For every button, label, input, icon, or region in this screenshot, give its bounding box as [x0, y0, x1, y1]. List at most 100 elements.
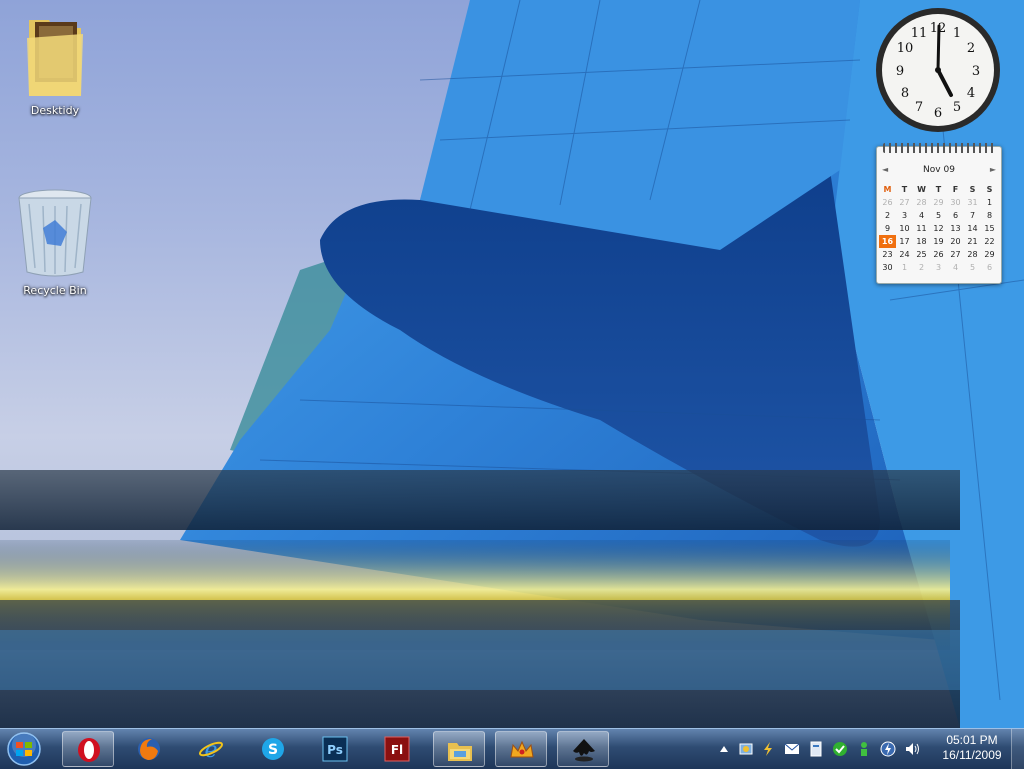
taskbar-date: 16/11/2009: [942, 748, 1002, 762]
calendar-day[interactable]: 28: [913, 196, 930, 209]
crown-app-icon: [510, 740, 534, 758]
calendar-day[interactable]: 28: [964, 248, 981, 261]
clock-numeral-11: 11: [911, 26, 928, 41]
calendar-day[interactable]: 29: [981, 248, 998, 261]
weekday-label: W: [917, 185, 926, 194]
calendar-day[interactable]: 31: [964, 196, 981, 209]
recycle-bin-label: Recycle Bin: [23, 284, 87, 297]
calendar-prev-month-button[interactable]: ◄: [882, 165, 888, 174]
calendar-day[interactable]: 1: [981, 196, 998, 209]
show-hidden-icons-arrow-icon[interactable]: [716, 741, 732, 757]
calendar-day[interactable]: 8: [981, 209, 998, 222]
calendar-day[interactable]: 7: [964, 209, 981, 222]
clock-numeral-10: 10: [897, 41, 914, 56]
weekday-label: S: [986, 185, 993, 194]
clock-numeral-2: 2: [967, 41, 975, 56]
clock-minute-hand: [936, 24, 941, 72]
clock-numeral-3: 3: [972, 64, 980, 79]
calendar-day[interactable]: 5: [964, 261, 981, 274]
taskbar-internet-explorer-button[interactable]: e: [185, 731, 237, 767]
calendar-day[interactable]: 23: [879, 248, 896, 261]
calendar-day[interactable]: 15: [981, 222, 998, 235]
calendar-binding: [883, 143, 995, 153]
calendar-day-today[interactable]: 16: [879, 235, 896, 248]
calendar-day[interactable]: 26: [930, 248, 947, 261]
taskbar-photoshop-button[interactable]: Ps: [309, 731, 361, 767]
taskbar-clock[interactable]: 05:01 PM 16/11/2009: [930, 733, 1014, 763]
taskbar-inkscape-button[interactable]: [557, 731, 609, 767]
taskbar-time: 05:01 PM: [946, 733, 998, 747]
calendar-day[interactable]: 26: [879, 196, 896, 209]
calendar-week-row: 23 24 25 26 27 28 29: [879, 248, 999, 261]
weekday-label: M: [883, 185, 892, 194]
calendar-day[interactable]: 30: [879, 261, 896, 274]
photoshop-icon: Ps: [322, 736, 348, 762]
calendar-day[interactable]: 6: [947, 209, 964, 222]
clock-numeral-4: 4: [967, 86, 975, 101]
mail-icon[interactable]: [784, 741, 800, 757]
calendar-day[interactable]: 30: [947, 196, 964, 209]
desktidy-folder[interactable]: Desktidy: [15, 8, 95, 117]
photoshop-label: Ps: [327, 743, 343, 757]
taskbar-skype-button[interactable]: S: [247, 731, 299, 767]
calendar-day[interactable]: 17: [896, 235, 913, 248]
chat-app-icon[interactable]: [832, 741, 848, 757]
calendar-day[interactable]: 27: [896, 196, 913, 209]
calendar-day[interactable]: 6: [981, 261, 998, 274]
calendar-day[interactable]: 18: [913, 235, 930, 248]
clock-numeral-1: 1: [953, 26, 961, 41]
calendar-day[interactable]: 2: [913, 261, 930, 274]
calendar-day[interactable]: 3: [930, 261, 947, 274]
lightning-app-icon[interactable]: [760, 741, 776, 757]
skype-icon: S: [262, 738, 284, 760]
network-app-icon[interactable]: [738, 741, 754, 757]
taskbar-crown-app-button[interactable]: [495, 731, 547, 767]
calendar-day[interactable]: 1: [896, 261, 913, 274]
show-desktop-button[interactable]: [1011, 729, 1024, 769]
calendar-next-month-button[interactable]: ►: [990, 165, 996, 174]
calendar-day[interactable]: 25: [913, 248, 930, 261]
calendar-day[interactable]: 11: [913, 222, 930, 235]
desktop[interactable]: Desktidy Recycle Bin 12 1 2 3 4 5 6 7 8 …: [0, 0, 1024, 728]
calendar-day[interactable]: 9: [879, 222, 896, 235]
calendar-day[interactable]: 10: [896, 222, 913, 235]
windows-start-orb-icon[interactable]: [4, 731, 44, 767]
volume-icon[interactable]: [904, 741, 920, 757]
taskbar-opera-button[interactable]: [62, 731, 114, 767]
calendar-day[interactable]: 24: [896, 248, 913, 261]
recycle-bin[interactable]: Recycle Bin: [15, 188, 95, 297]
calendar-day[interactable]: 4: [947, 261, 964, 274]
calendar-day[interactable]: 19: [930, 235, 947, 248]
svg-text:S: S: [268, 742, 278, 758]
calendar-day[interactable]: 20: [947, 235, 964, 248]
calendar-week-row: 16 17 18 19 20 21 22: [879, 235, 999, 248]
calendar-day[interactable]: 4: [913, 209, 930, 222]
firefox-icon: [138, 738, 160, 760]
calendar-month-label: Nov 09: [923, 165, 955, 175]
calendar-day[interactable]: 13: [947, 222, 964, 235]
clock-numeral-5: 5: [953, 100, 961, 115]
calendar-day[interactable]: 3: [896, 209, 913, 222]
clock-numeral-7: 7: [915, 100, 923, 115]
calendar-day[interactable]: 12: [930, 222, 947, 235]
calendar-day[interactable]: 2: [879, 209, 896, 222]
calendar-day[interactable]: 29: [930, 196, 947, 209]
calendar-day[interactable]: 21: [964, 235, 981, 248]
weekday-label: T: [901, 185, 908, 194]
user-app-icon[interactable]: [856, 741, 872, 757]
power-icon[interactable]: [880, 741, 896, 757]
taskbar-flash-button[interactable]: Fl: [371, 731, 423, 767]
taskbar-windows-explorer-button[interactable]: [433, 731, 485, 767]
calendar-day[interactable]: 22: [981, 235, 998, 248]
calendar-day[interactable]: 5: [930, 209, 947, 222]
calendar-gadget[interactable]: ◄ Nov 09 ► M T W T F S S 26 27 28 29 30 …: [876, 143, 1002, 284]
weekday-label: T: [935, 185, 942, 194]
calendar-day[interactable]: 14: [964, 222, 981, 235]
calendar-week-row: 26 27 28 29 30 31 1: [879, 196, 999, 209]
document-app-icon[interactable]: [808, 741, 824, 757]
calendar-weekday-row: M T W T F S S: [879, 183, 999, 196]
calendar-day[interactable]: 27: [947, 248, 964, 261]
clock-gadget[interactable]: 12 1 2 3 4 5 6 7 8 9 10 11: [874, 6, 1002, 134]
taskbar-firefox-button[interactable]: [123, 731, 175, 767]
flash-label: Fl: [391, 743, 403, 757]
